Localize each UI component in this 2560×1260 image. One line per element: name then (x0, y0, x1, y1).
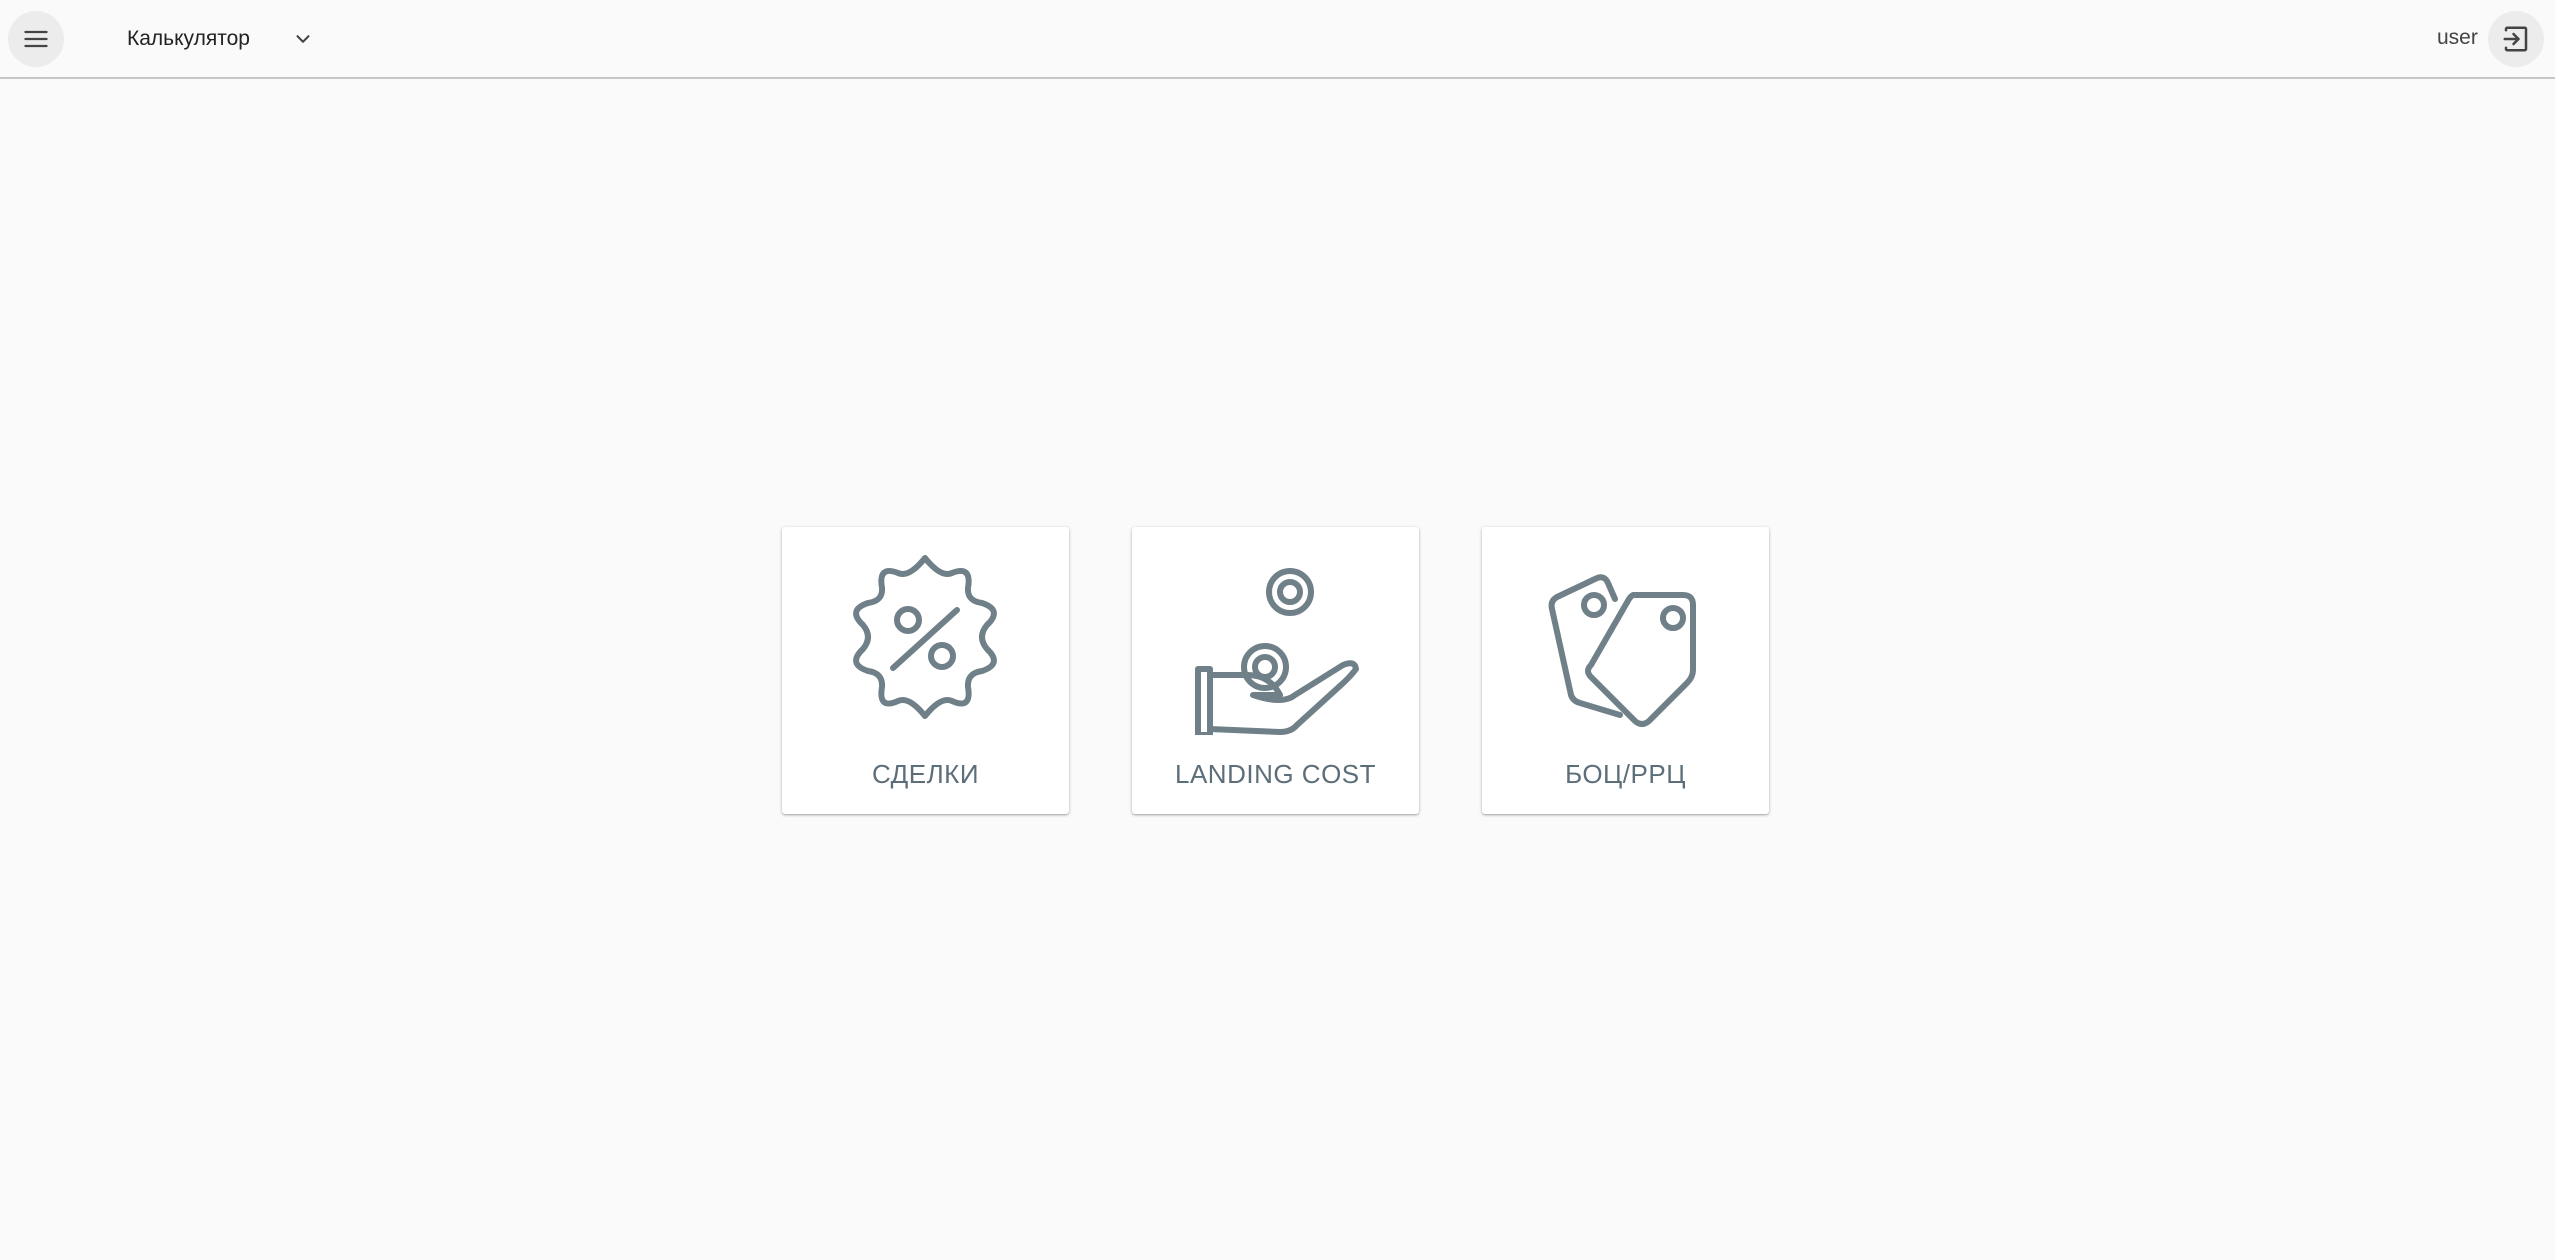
window-edge (2555, 0, 2560, 1260)
menu-icon (24, 30, 48, 48)
card-boc-rrc[interactable]: БОЦ/РРЦ (1482, 527, 1769, 814)
module-select[interactable]: Калькулятор (127, 18, 314, 60)
logout-icon (2503, 26, 2528, 52)
card-landing-cost[interactable]: LANDING COST (1132, 527, 1419, 814)
chevron-down-icon (292, 28, 314, 50)
price-tags-icon (1548, 574, 1696, 727)
discount-badge-icon (853, 555, 997, 719)
hand-coins-icon (1195, 568, 1359, 735)
menu-button[interactable] (8, 11, 64, 67)
card-boc-rrc-label: БОЦ/РРЦ (1565, 759, 1686, 789)
card-deals[interactable]: СДЕЛКИ (782, 527, 1069, 814)
top-app-bar: Калькулятор user (0, 0, 2555, 79)
user-name: user (2437, 26, 2478, 49)
module-select-label: Калькулятор (127, 27, 250, 50)
card-deals-label: СДЕЛКИ (871, 759, 980, 789)
card-landing-cost-label: LANDING COST (1174, 759, 1377, 789)
logout-button[interactable] (2488, 11, 2544, 67)
